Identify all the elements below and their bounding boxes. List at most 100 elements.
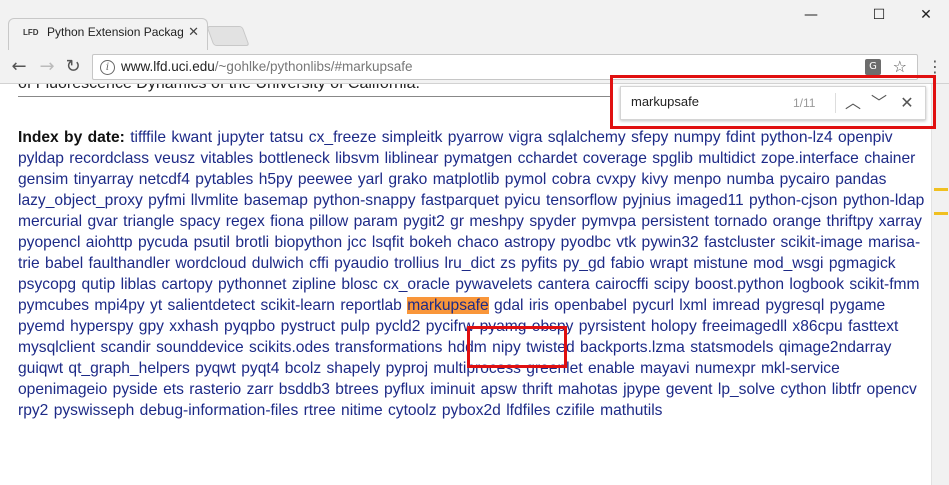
package-link[interactable]: astropy xyxy=(504,234,555,251)
package-link[interactable]: iminuit xyxy=(430,381,475,398)
package-link[interactable]: python-snappy xyxy=(313,192,415,209)
package-link[interactable]: debug-information-files xyxy=(140,402,299,419)
package-link[interactable]: faulthandler xyxy=(89,255,171,272)
package-link[interactable]: pystruct xyxy=(281,318,336,335)
package-link[interactable]: pyemd xyxy=(18,318,65,335)
package-link[interactable]: pybox2d xyxy=(442,402,501,419)
package-link[interactable]: grako xyxy=(388,171,427,188)
package-link[interactable]: liblas xyxy=(121,276,157,293)
package-link[interactable]: guiqwt xyxy=(18,360,63,377)
package-link[interactable]: gr xyxy=(450,213,464,230)
package-link[interactable]: pyqt4 xyxy=(241,360,279,377)
forward-arrow-icon[interactable]: → xyxy=(36,56,58,78)
package-link[interactable]: jpype xyxy=(623,381,660,398)
package-link[interactable]: mayavi xyxy=(640,360,689,377)
package-link[interactable]: chaco xyxy=(457,234,499,251)
package-link[interactable]: basemap xyxy=(244,192,308,209)
package-link[interactable]: rpy2 xyxy=(18,402,48,419)
package-link[interactable]: freeimagedll xyxy=(702,318,787,335)
package-link[interactable]: pyproj xyxy=(386,360,428,377)
package-link[interactable]: wrapt xyxy=(650,255,688,272)
package-link[interactable]: x86cpu xyxy=(792,318,842,335)
package-link[interactable]: logbook xyxy=(789,276,844,293)
package-link[interactable]: liblinear xyxy=(385,150,439,167)
package-link[interactable]: chainer xyxy=(864,150,915,167)
package-link[interactable]: mysqlclient xyxy=(18,339,95,356)
reload-icon[interactable]: ↻ xyxy=(62,56,84,78)
package-link[interactable]: xxhash xyxy=(169,318,218,335)
package-link[interactable]: mkl-service xyxy=(761,360,840,377)
page-scrollbar[interactable] xyxy=(931,84,949,485)
package-link[interactable]: yt xyxy=(150,297,162,314)
package-link[interactable]: zs xyxy=(500,255,516,272)
package-link[interactable]: vigra xyxy=(509,129,543,146)
package-link[interactable]: mahotas xyxy=(558,381,618,398)
package-link[interactable]: wordcloud xyxy=(175,255,246,272)
package-link[interactable]: iris xyxy=(529,297,549,314)
package-link[interactable]: lru_dict xyxy=(445,255,495,272)
minimize-button[interactable]: — xyxy=(788,0,834,30)
package-link[interactable]: psycopg xyxy=(18,276,76,293)
package-link[interactable]: sounddevice xyxy=(156,339,244,356)
package-link[interactable]: pyaudio xyxy=(334,255,389,272)
package-link[interactable]: pyfmi xyxy=(148,192,185,209)
package-link[interactable]: pyfits xyxy=(521,255,557,272)
package-link[interactable]: trollius xyxy=(394,255,439,272)
package-link[interactable]: cytoolz xyxy=(388,402,437,419)
package-link[interactable]: pywin32 xyxy=(642,234,699,251)
package-link[interactable]: bottleneck xyxy=(259,150,330,167)
package-link[interactable]: openbabel xyxy=(554,297,627,314)
package-link[interactable]: pyqpbo xyxy=(224,318,275,335)
package-link[interactable]: pymvpa xyxy=(581,213,636,230)
package-link[interactable]: pyarrow xyxy=(448,129,503,146)
package-link[interactable]: blosc xyxy=(341,276,377,293)
package-link[interactable]: python-cjson xyxy=(749,192,837,209)
package-link[interactable]: tinyarray xyxy=(74,171,134,188)
package-link[interactable]: hyperspy xyxy=(70,318,133,335)
package-link[interactable]: mod_wsgi xyxy=(753,255,823,272)
package-link[interactable]: pillow xyxy=(309,213,348,230)
package-link[interactable]: brotli xyxy=(235,234,269,251)
package-link[interactable]: cx_freeze xyxy=(309,129,377,146)
package-link[interactable]: pyicu xyxy=(504,192,540,209)
package-link[interactable]: pyrsistent xyxy=(579,318,646,335)
package-link[interactable]: rtree xyxy=(304,402,336,419)
package-link[interactable]: qutip xyxy=(81,276,115,293)
package-link[interactable]: pyldap xyxy=(18,150,64,167)
package-link[interactable]: numpy xyxy=(674,129,721,146)
package-link[interactable]: numba xyxy=(727,171,775,188)
package-link[interactable]: shapely xyxy=(327,360,381,377)
package-link[interactable]: matplotlib xyxy=(433,171,500,188)
package-link[interactable]: fastcluster xyxy=(704,234,775,251)
package-link[interactable]: tifffile xyxy=(130,129,166,146)
package-link[interactable]: qimage2ndarray xyxy=(779,339,892,356)
package-link[interactable]: czifile xyxy=(556,402,595,419)
package-link[interactable]: pycld2 xyxy=(375,318,420,335)
package-link[interactable]: ets xyxy=(163,381,184,398)
package-link[interactable]: lxml xyxy=(679,297,707,314)
package-link[interactable]: persistent xyxy=(641,213,709,230)
package-link[interactable]: pygit2 xyxy=(403,213,445,230)
package-link[interactable]: gensim xyxy=(18,171,68,188)
package-link[interactable]: backports.lzma xyxy=(580,339,685,356)
package-link[interactable]: cx_oracle xyxy=(383,276,450,293)
package-link[interactable]: pycairo xyxy=(780,171,830,188)
package-link[interactable]: cchardet xyxy=(518,150,578,167)
package-link[interactable]: llvmlite xyxy=(191,192,239,209)
package-link[interactable]: pyodbc xyxy=(561,234,611,251)
translate-icon[interactable]: G xyxy=(865,59,881,75)
package-link[interactable]: thriftpy xyxy=(827,213,874,230)
package-link[interactable]: holopy xyxy=(651,318,697,335)
package-link[interactable]: pyswisseph xyxy=(54,402,135,419)
package-link[interactable]: python-lz4 xyxy=(761,129,833,146)
package-link[interactable]: pgmagick xyxy=(829,255,896,272)
package-link[interactable]: simpleitk xyxy=(382,129,443,146)
package-link[interactable]: biopython xyxy=(274,234,342,251)
package-link[interactable]: pygresql xyxy=(765,297,824,314)
package-link[interactable]: imread xyxy=(712,297,760,314)
package-link[interactable]: pyflux xyxy=(384,381,425,398)
package-link[interactable]: jcc xyxy=(347,234,366,251)
package-link[interactable]: spacy xyxy=(180,213,221,230)
package-link[interactable]: nitime xyxy=(341,402,383,419)
package-link[interactable]: cartopy xyxy=(162,276,213,293)
